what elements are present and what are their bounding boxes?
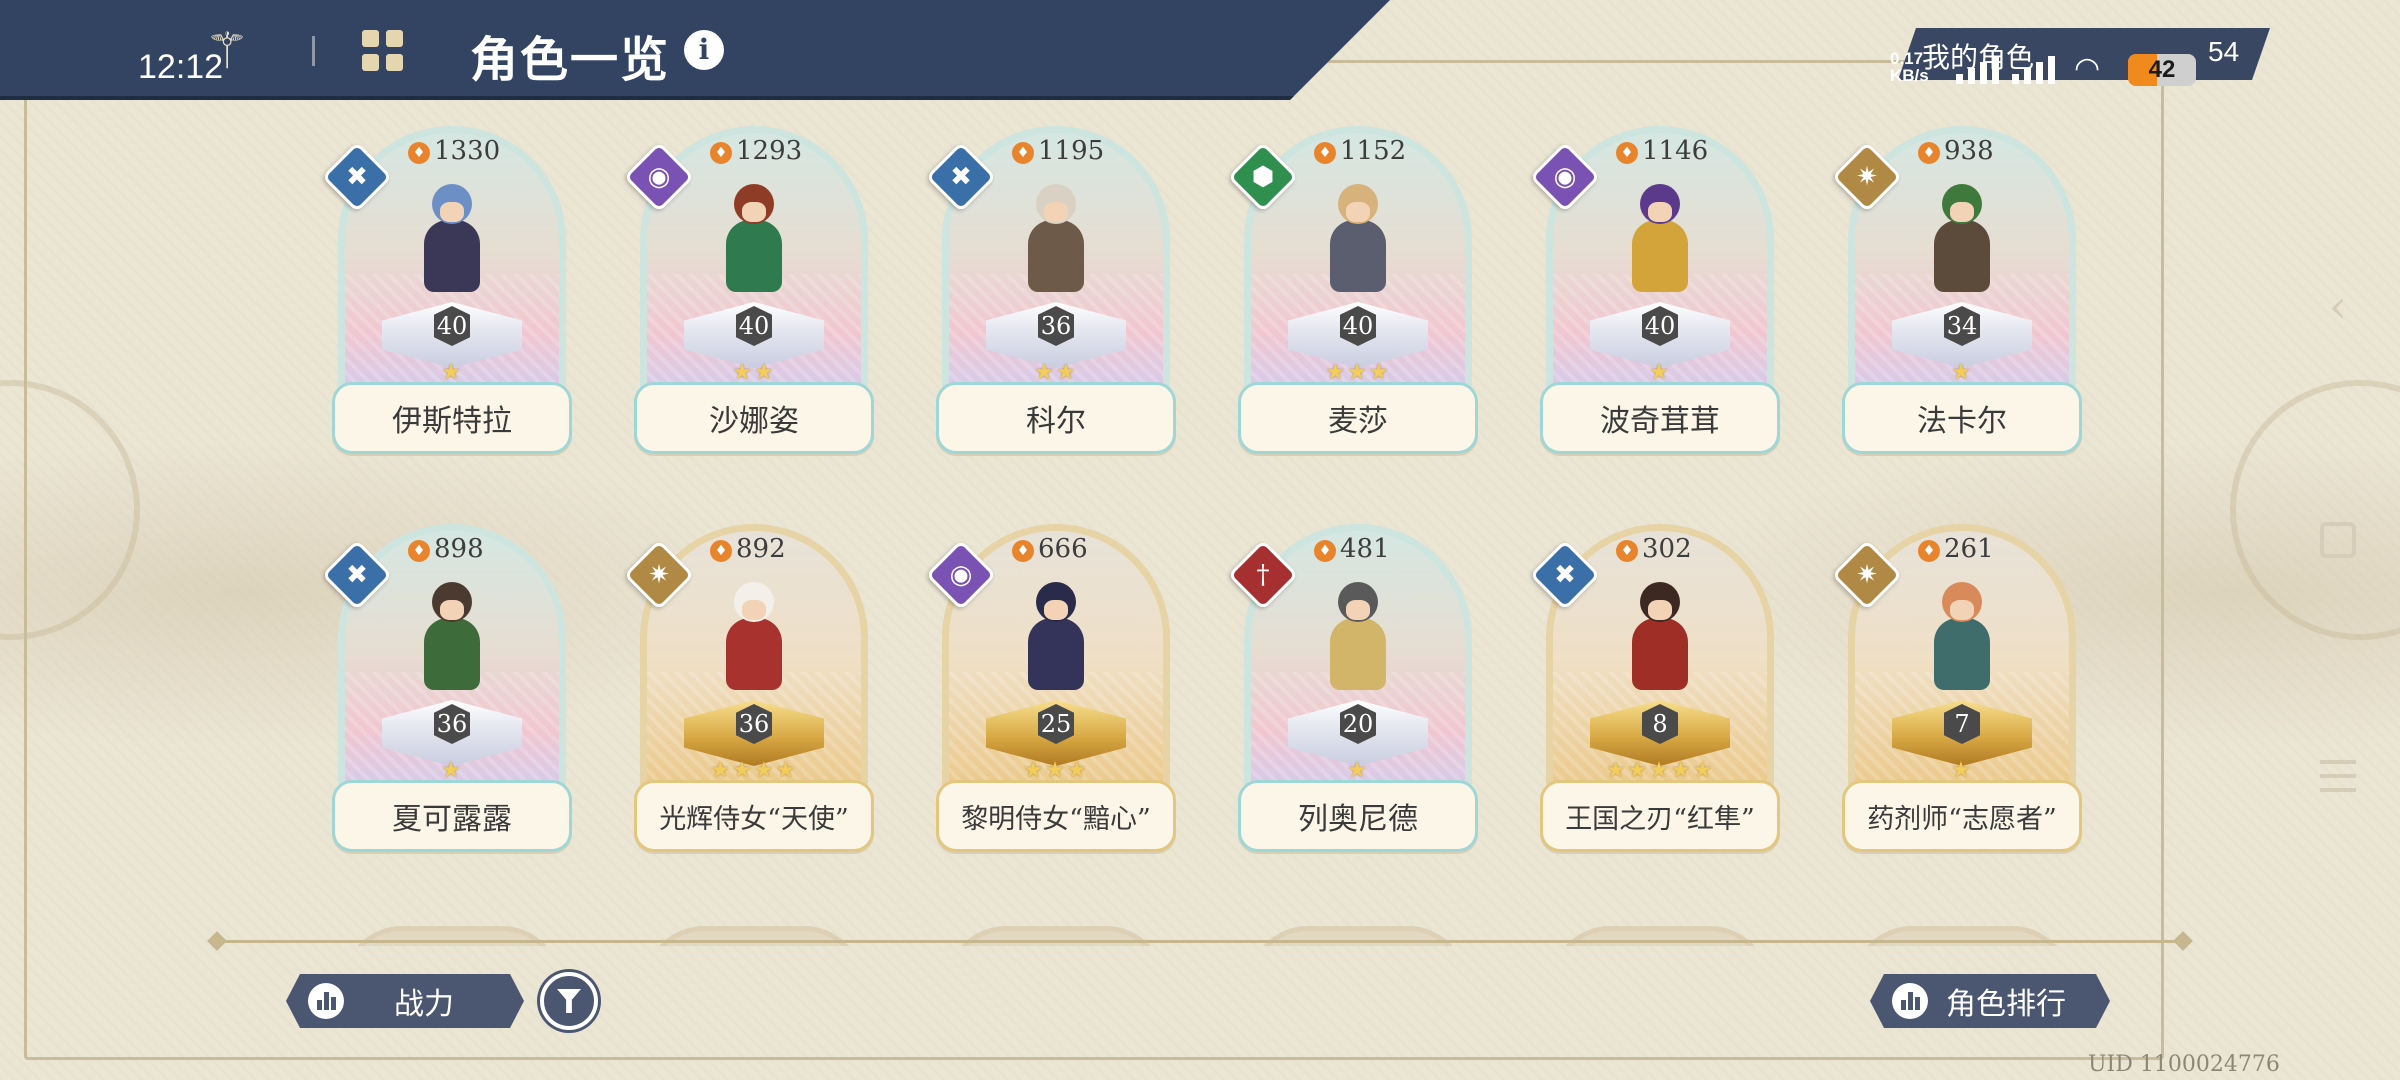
flame-icon: ♦ [1616,540,1638,562]
character-name: 伊斯特拉 [332,382,572,454]
character-card[interactable]: ♦ 302 ✖ 8 ★★★★★ 王国之刃“红隼” [1529,524,1780,874]
nav-home-icon[interactable] [2314,516,2362,564]
power-value: ♦ 1152 [1314,136,1406,166]
character-card[interactable]: ♦ 1146 ◉ 40 ★ 波奇茸茸 [1529,126,1780,476]
power-value: ♦ 1293 [710,136,802,166]
character-ranking-button[interactable]: 角色排行 [1870,974,2110,1028]
ranking-label: 角色排行 [1946,987,2066,1022]
character-sprite [1320,184,1396,302]
signal-icon [1956,54,2066,84]
flame-icon: ♦ [710,142,732,164]
bar-chart-icon [308,983,344,1019]
power-value: ♦ 898 [408,534,484,564]
list-divider [216,940,2188,943]
battery-level: 42 [2148,56,2176,83]
character-card[interactable]: ♦ 898 ✖ 36 ★ 夏可露露 [321,524,572,874]
character-card[interactable]: ♦ 666 ◉ 25 ★★★ 黎明侍女“黯心” [925,524,1176,874]
next-row-card [644,926,864,946]
flame-icon: ♦ [1314,540,1336,562]
character-card[interactable]: ♦ 1293 ◉ 40 ★★ 沙娜姿 [623,126,874,476]
character-sprite [1018,582,1094,700]
character-sprite [1320,582,1396,700]
character-sprite [414,582,490,700]
net-speed: 0.17 KB/s [1890,49,1929,85]
character-sprite [1924,184,2000,302]
character-name: 夏可露露 [332,780,572,852]
next-row-card [1550,926,1770,946]
character-card[interactable]: ♦ 892 ✷ 36 ★★★★ 光辉侍女“天使” [623,524,874,874]
character-name: 沙娜姿 [634,382,874,454]
character-card[interactable]: ♦ 938 ✷ 34 ★ 法卡尔 [1831,126,2082,476]
character-card[interactable]: ♦ 1330 ✖ 40 ★ 伊斯特拉 [321,126,572,476]
character-sprite [716,184,792,302]
character-name: 王国之刃“红隼” [1540,780,1780,852]
character-card[interactable]: ♦ 1195 ✖ 36 ★★ 科尔 [925,126,1176,476]
character-name: 黎明侍女“黯心” [936,780,1176,852]
power-value: ♦ 302 [1616,534,1692,564]
power-value: ♦ 1195 [1012,136,1104,166]
power-value: ♦ 1330 [408,136,500,166]
character-sprite [716,582,792,700]
character-name: 科尔 [936,382,1176,454]
character-sprite [1924,582,2000,700]
my-characters-count: 54 [2208,36,2240,67]
character-name: 列奥尼德 [1238,780,1478,852]
character-card[interactable]: ♦ 1152 ⬢ 40 ★★★ 麦莎 [1227,126,1478,476]
next-row-card [946,926,1166,946]
filter-icon [557,989,581,1013]
next-row-card [1248,926,1468,946]
character-name: 麦莎 [1238,382,1478,454]
character-sprite [414,184,490,302]
info-icon[interactable]: i [684,30,724,70]
next-row-card [342,926,562,946]
power-value: ♦ 666 [1012,534,1088,564]
character-card[interactable]: ♦ 261 ✷ 7 ★ 药剂师“志愿者” [1831,524,2082,874]
flame-icon: ♦ [710,540,732,562]
grid-icon[interactable] [362,30,404,72]
character-name: 光辉侍女“天使” [634,780,874,852]
filter-button[interactable] [540,972,598,1030]
character-sprite [1622,184,1698,302]
flame-icon: ♦ [1314,142,1336,164]
flame-icon: ♦ [1918,142,1940,164]
wifi-icon: ◠ [2074,51,2101,86]
flame-icon: ♦ [1616,142,1638,164]
power-value: ♦ 938 [1918,136,1994,166]
sort-label: 战力 [394,987,454,1022]
nav-menu-icon[interactable] [2314,752,2362,800]
page-title: 角色一览 [470,32,671,88]
user-id: UID 1100024776 [2088,1052,2280,1077]
trident-wing-icon[interactable]: ⚚ [198,22,256,80]
power-value: ♦ 481 [1314,534,1390,564]
bar-chart-icon [1892,983,1928,1019]
character-sprite [1622,582,1698,700]
sort-by-power-button[interactable]: 战力 [286,974,524,1028]
next-row-card [1852,926,2072,946]
flame-icon: ♦ [1012,142,1034,164]
nav-back-icon[interactable]: ‹ [2314,282,2362,330]
character-name: 法卡尔 [1842,382,2082,454]
header-divider [312,36,315,66]
flame-icon: ♦ [1012,540,1034,562]
flame-icon: ♦ [408,142,430,164]
battery-icon: 42 [2128,54,2196,86]
character-card[interactable]: ♦ 481 † 20 ★ 列奥尼德 [1227,524,1478,874]
flame-icon: ♦ [408,540,430,562]
character-sprite [1018,184,1094,302]
flame-icon: ♦ [1918,540,1940,562]
character-name: 药剂师“志愿者” [1842,780,2082,852]
power-value: ♦ 1146 [1616,136,1708,166]
power-value: ♦ 892 [710,534,786,564]
power-value: ♦ 261 [1918,534,1994,564]
character-name: 波奇茸茸 [1540,382,1780,454]
